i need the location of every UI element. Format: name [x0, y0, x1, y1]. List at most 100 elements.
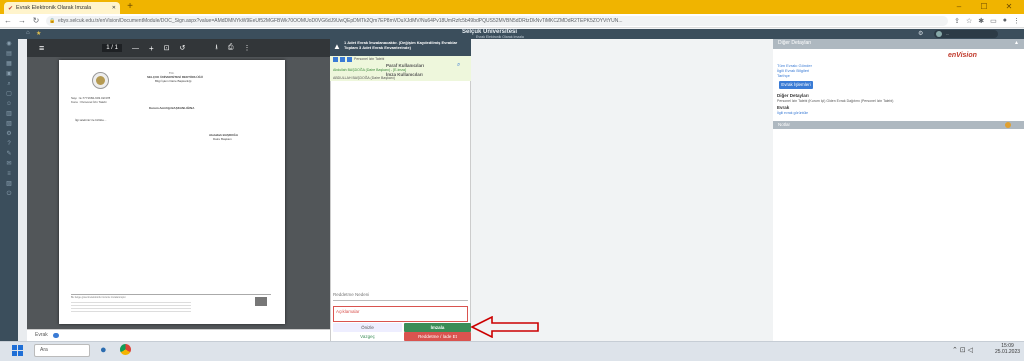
sidebar-folder-icon[interactable]: ▣: [0, 69, 18, 79]
details-link[interactable]: Tarihçe: [777, 73, 812, 78]
warning-icon: ▲: [333, 42, 341, 51]
app-header: ⌂ ★ Selçuk Üniversitesi Evrak Elektronik…: [0, 29, 1024, 39]
sidebar-chart-icon[interactable]: ▨: [0, 179, 18, 189]
left-sidebar: ◉ ▤ ▦ ▣ ⌕ ▢ ☺ ▥ ▧ ⚙ ? ✎ ✉ ≡ ▨ ⏻: [0, 39, 18, 341]
doc-footer-lines: [71, 300, 191, 312]
browser-tab-bar: ✔ Evrak Elektronik Olarak İmzala ✕ + ‒ ☐…: [0, 0, 1024, 14]
sidebar-logout-icon[interactable]: ⏻: [0, 189, 18, 199]
cancel-button[interactable]: Vazgeç: [333, 332, 402, 341]
browser-tab[interactable]: ✔ Evrak Elektronik Olarak İmzala ✕: [4, 2, 120, 14]
selected-document-row[interactable]: Personel İzin Talebi Paraf Kullanıcıları…: [330, 56, 471, 81]
new-tab-button[interactable]: +: [124, 2, 136, 12]
extensions-icon[interactable]: ✱: [978, 17, 984, 25]
profile-icon[interactable]: ●: [1003, 17, 1007, 24]
notification-icon[interactable]: ⚙: [918, 30, 923, 37]
pdf-footer: Evrak: [27, 329, 330, 341]
fit-page-icon[interactable]: ⊡: [164, 44, 170, 52]
taskbar-clock[interactable]: 15:09 25.01.2023: [995, 343, 1020, 355]
download-icon[interactable]: ⭳: [215, 43, 217, 54]
pdf-footer-label: Evrak: [35, 332, 48, 338]
doc-addressee: Kurum Amirliği BAŞKANLIĞINA: [149, 106, 195, 110]
sidebar-users-icon[interactable]: ☺: [0, 99, 18, 109]
collapse-icon[interactable]: ▴: [1015, 39, 1018, 46]
zoom-in-button[interactable]: +: [149, 44, 154, 53]
sidebar-documents-icon[interactable]: ▦: [0, 59, 18, 69]
sidebar-tools-icon[interactable]: ✎: [0, 149, 18, 159]
details-panel-header: Diğer Detayları ▴: [773, 39, 1024, 49]
notes-badge: [1005, 122, 1011, 128]
system-tray-icons[interactable]: ⌃ ⊡ ◁: [952, 346, 973, 354]
windows-start-icon[interactable]: [12, 345, 23, 356]
zoom-out-button[interactable]: —: [132, 45, 139, 52]
sidebar-calendar-icon[interactable]: ▢: [0, 89, 18, 99]
details-links: Tüm Evrakı Gönder İlgili Evrak Bilgileri…: [777, 63, 812, 78]
avatar: [936, 31, 942, 37]
sidebar-list-icon[interactable]: ≡: [0, 169, 18, 179]
sidebar-archive-icon[interactable]: ▧: [0, 119, 18, 129]
notes-textarea[interactable]: Açıklamalar: [333, 306, 468, 322]
details-header-label: Diğer Detayları: [778, 40, 812, 46]
reject-reason-select[interactable]: Reddetme Nedeni: [333, 292, 468, 301]
sign-panel-header: ▲ 1 Adet Evrak İmzalanacaktır. (Değişim …: [330, 39, 471, 56]
sidebar-help-icon[interactable]: ?: [0, 139, 18, 149]
sidebar-dashboard-icon[interactable]: ◉: [0, 39, 18, 49]
close-tab-icon[interactable]: ✕: [112, 5, 116, 11]
doc-footer: Bu belge güvenli elektronik imza ile imz…: [71, 296, 127, 299]
user-menu[interactable]: ...: [934, 30, 998, 38]
search-icon[interactable]: ⌕: [457, 62, 460, 69]
pdf-page-indicator[interactable]: 1 / 1: [102, 44, 122, 52]
sidebar-icon[interactable]: ▭: [990, 17, 997, 25]
sign-button[interactable]: İmzala: [404, 323, 471, 332]
checkmark-icon: ✔: [8, 5, 14, 12]
annotation-arrow: [470, 316, 539, 338]
sign-user: ABDULLAH BAŞDOĞA (Daire Başkanı): [333, 76, 395, 80]
chrome-taskbar-icon[interactable]: [120, 344, 131, 355]
share-icon[interactable]: ⇪: [954, 17, 960, 25]
sidebar-inbox-icon[interactable]: ▤: [0, 49, 18, 59]
details-sub-title: Evrak: [777, 105, 790, 110]
university-logo: [92, 72, 109, 89]
home-icon[interactable]: ⌂: [26, 30, 30, 36]
tab-title: Evrak Elektronik Olarak İmzala: [16, 5, 92, 11]
sidebar-settings-icon[interactable]: ⚙: [0, 129, 18, 139]
reload-icon[interactable]: ↻: [32, 16, 40, 25]
details-text: Personel İzin Talebi (Kurum İçi) Giden E…: [777, 99, 894, 103]
doc-line3: Bilgi İşlem Daire Başkanlığı: [155, 79, 192, 83]
url-field[interactable]: ebys.selcuk.edu.tr/enVision/DocumentModu…: [46, 15, 949, 26]
document-actions-button[interactable]: Evrak İşlemleri: [779, 81, 813, 89]
checkbox[interactable]: [333, 57, 338, 62]
window-minimize-button[interactable]: ‒: [950, 1, 968, 12]
back-icon[interactable]: ←: [4, 16, 12, 25]
star-icon[interactable]: ★: [36, 30, 41, 37]
checkbox-3[interactable]: [347, 57, 352, 62]
app-subtitle: Evrak Elektronik Olarak İmzala: [476, 35, 524, 39]
sidebar-report-icon[interactable]: ▥: [0, 109, 18, 119]
checkbox-label: Personel İzin Talebi: [354, 57, 385, 61]
bookmark-star-icon[interactable]: ☆: [966, 17, 972, 25]
sidebar-gutter: [18, 39, 27, 341]
print-icon[interactable]: ⎙: [228, 44, 234, 52]
preview-button[interactable]: Önizle: [333, 323, 402, 332]
details-sub-item[interactable]: İlgili evrak görüntüle: [777, 111, 808, 115]
checkbox-2[interactable]: [340, 57, 345, 62]
forward-icon[interactable]: →: [18, 16, 26, 25]
clock-date: 25.01.2023: [995, 349, 1021, 355]
pdf-toolbar: ≡ 1 / 1 — + ⊡ ↺ ⭳ ⎙ ⋮: [27, 39, 330, 57]
doc-footer-divider: [71, 294, 271, 295]
envision-logo: enVision: [948, 52, 977, 59]
window-close-button[interactable]: ✕: [1000, 1, 1018, 12]
pdf-more-icon[interactable]: ⋮: [243, 44, 250, 52]
taskbar-app-icon[interactable]: ●: [100, 344, 107, 356]
taskbar-search[interactable]: Ara: [34, 344, 90, 357]
reject-button[interactable]: Reddetme / İade Et: [404, 332, 471, 341]
pdf-menu-icon[interactable]: ≡: [39, 43, 44, 53]
sidebar-search-icon[interactable]: ⌕: [0, 79, 18, 89]
info-icon[interactable]: [53, 333, 59, 338]
doc-konu: Konu : Personel İzin Talebi: [71, 100, 107, 104]
sidebar-mail-icon[interactable]: ✉: [0, 159, 18, 169]
menu-kebab-icon[interactable]: ⋮: [1013, 17, 1020, 25]
window-maximize-button[interactable]: ☐: [975, 1, 993, 12]
rotate-icon[interactable]: ↺: [180, 44, 186, 52]
windows-taskbar: [0, 341, 1024, 361]
doc-body: İlgi talebiniz ile birlikte...: [75, 118, 107, 122]
